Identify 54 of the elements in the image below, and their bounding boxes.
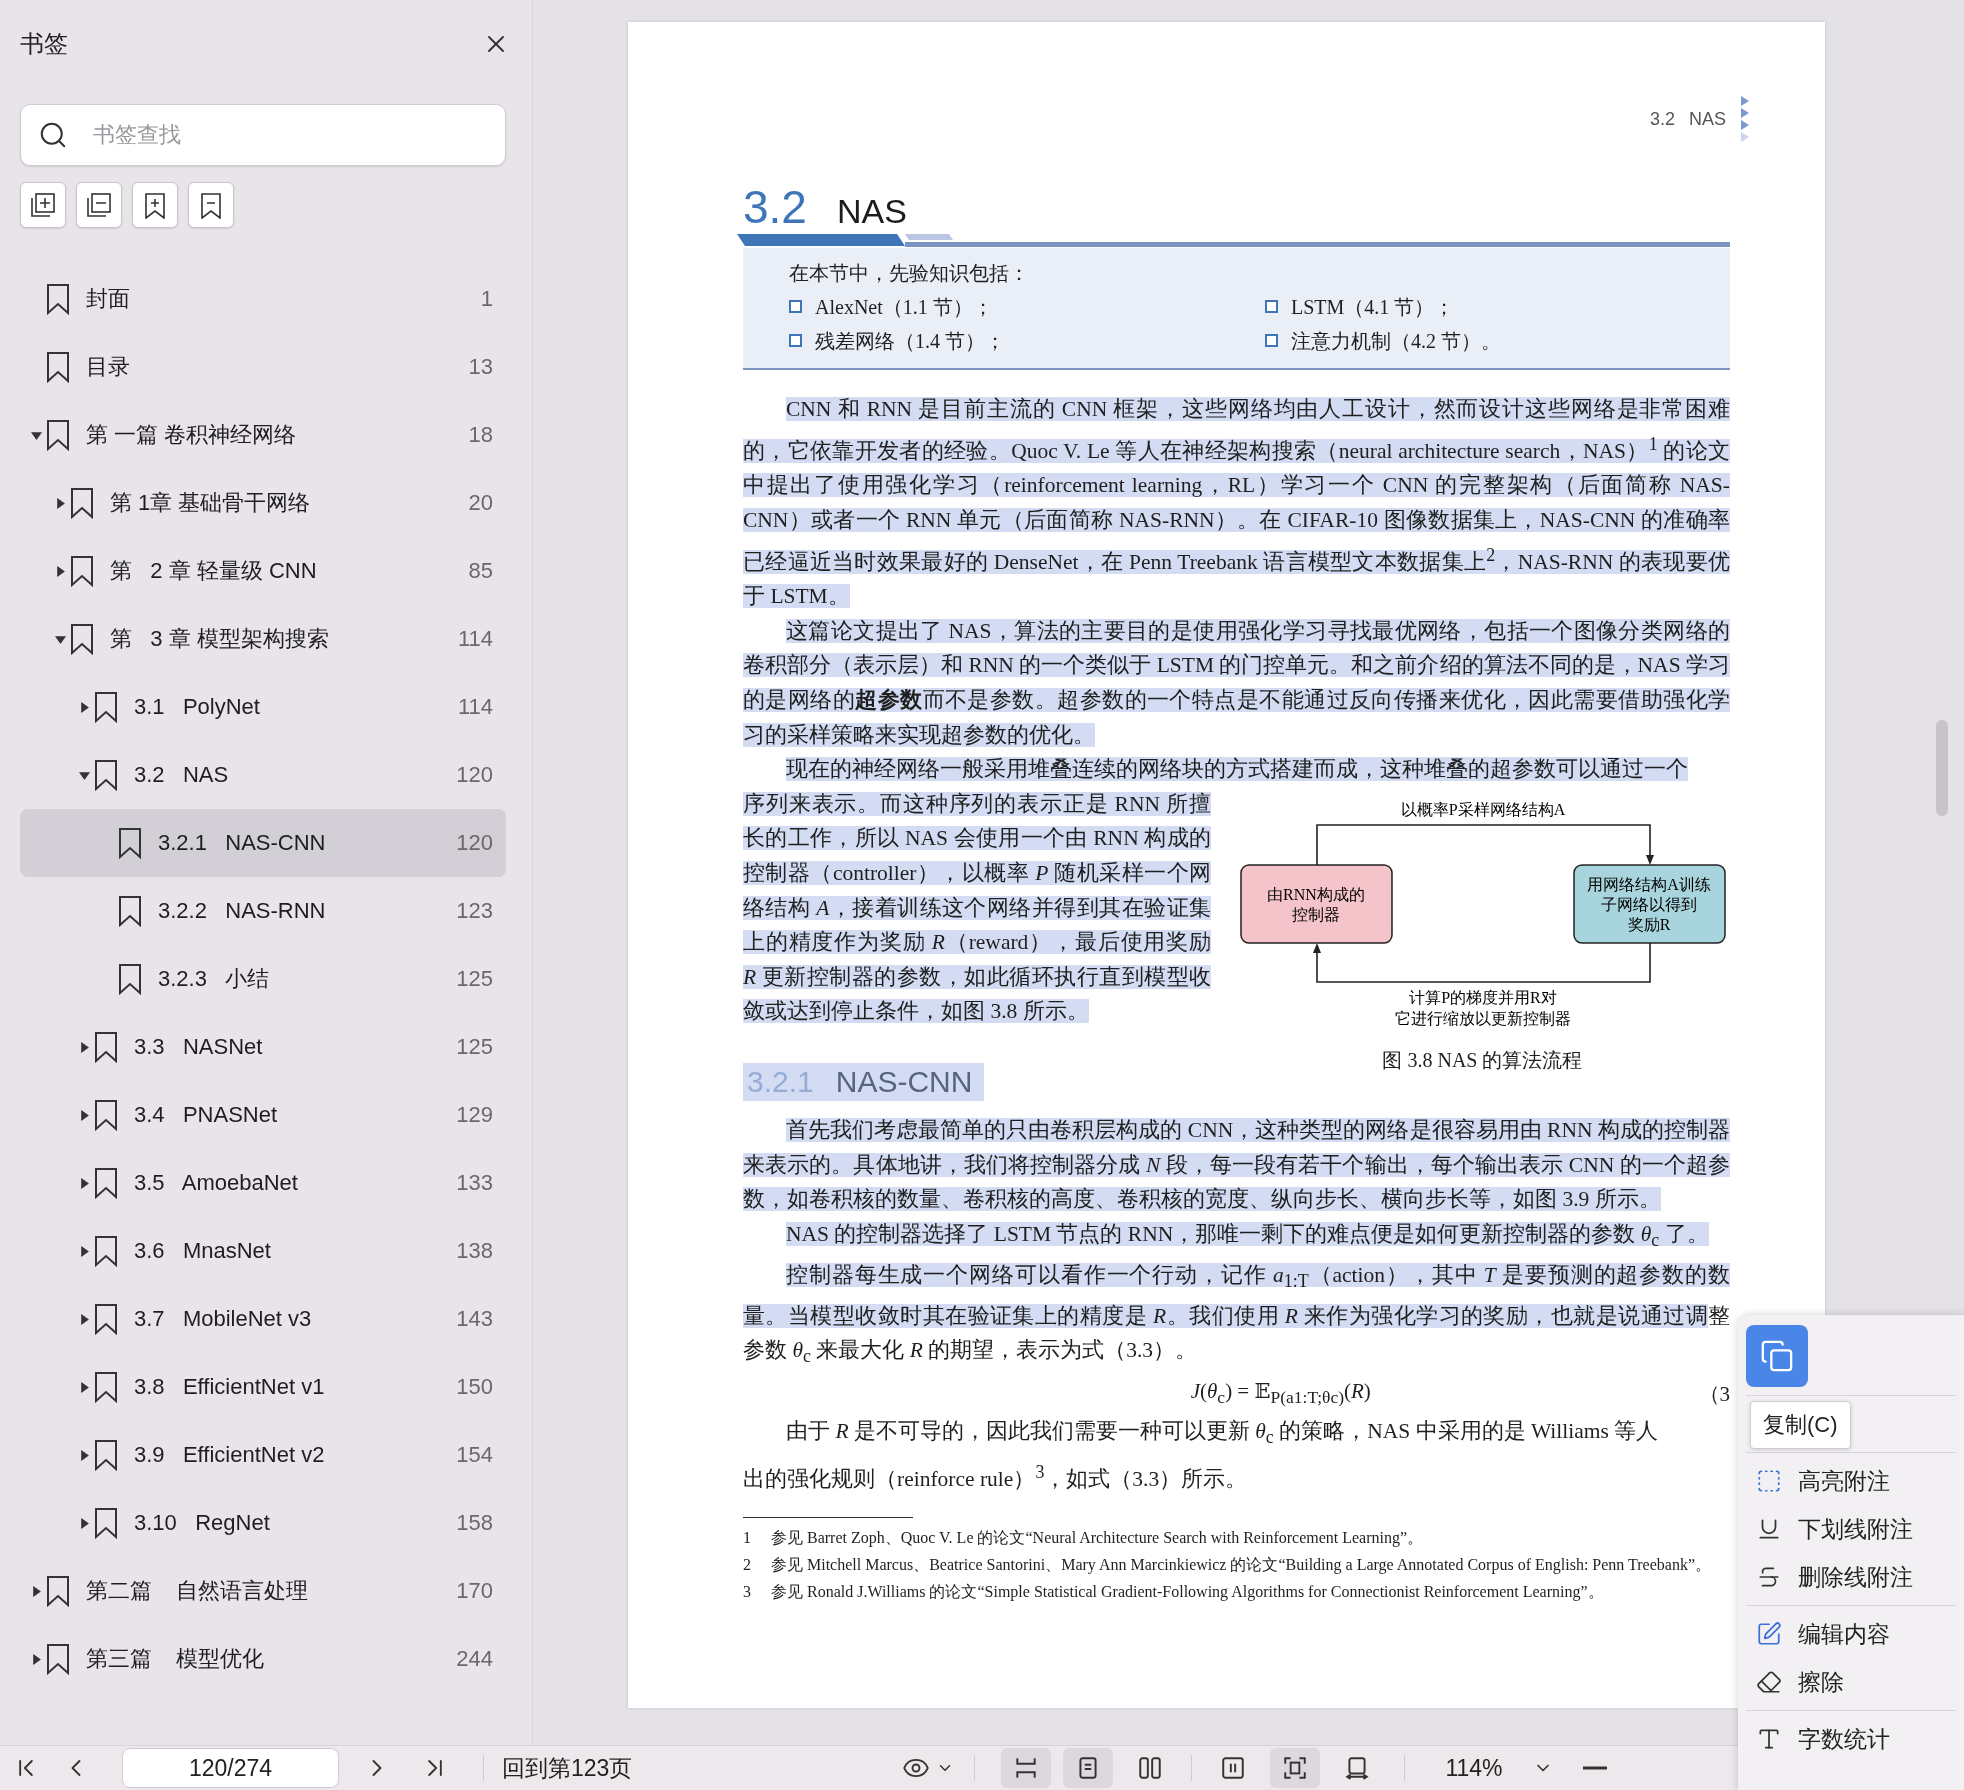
page-number: 125 [456,1034,493,1060]
footnote-number: 1 [743,1527,752,1548]
page-number: 114 [457,626,493,652]
page-number: 154 [456,1442,493,1468]
page-number: 120 [456,762,493,788]
page-number: 170 [456,1578,493,1604]
paragraph: 这篇论文提出了 NAS，算法的主要目的是使用强化学习寻找最优网络，包括一个图像分类网络的卷积部分（表示层）和 RNN 的一个类似于 LSTM 的门控单元。和之前介绍的算法不同的是，NAS 学习的是网络的超参数而不是参数。超参数的一个特点是不能通过反向传播来优化，因此需要借助强化学习的采样策略来实现超参数的优化。 [743,617,1730,749]
page-number: 133 [456,1170,493,1196]
page-number: 1 [480,286,493,312]
paragraph: 现在的神经网络一般采用堆叠连续的网络块的方式搭建而成，这种堆叠的超参数可以通过一个 [785,756,1689,784]
prerequisite-item: LSTM（4.1 节）； [1291,295,1455,320]
sidebar-title: 书签 [20,29,68,59]
footnote: 参见 Ronald J.Williams 的论文“Simple Statistical Gradient-Following Algorithms for Connectionist Reinforcement Learning”。 [771,1581,1605,1603]
paragraph: 由于 R 是不可导的，因此我们需要一种可以更新 θ$_{c}$ 的策略，NAS 中采用的是 Williams 等人 出的强化规则（reinforce rule）$^{3}$，如式（3.3）所示。 [743,1418,1660,1494]
page-number: 150 [456,1374,493,1400]
tooltip: 复制(C) [1750,1401,1851,1449]
page-number: 85 [468,558,493,584]
page-number: 244 [456,1646,493,1672]
page-number: 120 [456,830,493,856]
section-title: NAS [836,192,907,231]
edge-label: 以概率P采样网络结构A [1400,800,1565,818]
running-header: NAS [1689,108,1726,130]
prerequisite-item: AlexNet（1.1 节）； [815,295,993,320]
page-number: 143 [456,1306,493,1332]
page-number: 129 [456,1102,493,1128]
page-number: 18 [468,422,493,448]
page-number: 138 [456,1238,493,1264]
page-number: 125 [456,966,493,992]
section-number: 3.2 [743,180,807,234]
equation: J(θ$_{c}$) = 𝔼$_{P(a1:T;θc)}$(R) [1189,1379,1372,1409]
page-number: 158 [456,1510,493,1536]
paragraph: CNN 和 RNN 是目前主流的 CNN 框架，这些网络均由人工设计，然而设计这些网络是非常困难的，它依靠开发者的经验。Quoc V. Le 等人在神经架构搜索（neural architecture search，NAS）$^{1}$ 的论文中提出了使用强化学习（reinforcement learning，RL）学习一个 CNN 的完整架构（后面简称 NAS-CNN）或者一个 RNN 单元（后面简称 NAS-RNN）。在 CIFAR-10 图像数据集上，NAS-CNN 的准确率已经逼近当时效果最好的 DenseNet，在 Penn Treebank 语言模型文本数据集上$^{2}$，NAS-RNN 的表现要优于 LSTM。 [743,396,1730,611]
flow-node: 用网络结构A训练 子网络以得到 奖励R [1572,864,1726,944]
prerequisite-item: 注意力机制（4.2 节）。 [1291,329,1501,354]
footnote-number: 2 [743,1554,752,1575]
subsection-title: NAS-CNN [835,1065,973,1099]
footnote-number: 3 [743,1581,752,1602]
edge-label: 计算P的梯度并用R对 [1408,988,1557,1006]
page-number: 114 [457,694,493,720]
edge-label: 它进行缩放以更新控制器 [1394,1009,1571,1027]
prerequisite-intro: 在本节中，先验知识包括： [789,261,1030,286]
page-number: 20 [468,490,493,516]
flow-node: 由RNN构成的 控制器 [1239,864,1393,944]
figure-caption: 图 3.8 NAS 的算法流程 [1382,1047,1583,1073]
paragraph: 首先我们考虑最简单的只由卷积层构成的 CNN，这种类型的网络是很容易用由 RNN 构成的控制器来表示的。具体地讲，我们将控制器分成 N 段，每一段有若干个输出，每个输出表示 CNN 的一个超参数，如卷积核的数量、卷积核的高度、卷积核的宽度、纵向步长、横向步长等，如图 3.9 所示。 [743,1117,1730,1214]
running-header: 3.2 [1649,108,1675,130]
footnote: 参见 Barret Zoph、Quoc V. Le 的论文“Neural Architecture Search with Reinforcement Learning”。 [771,1527,1425,1549]
equation-number: （3 [1698,1381,1730,1409]
paragraph: 序列来表示。而这种序列的表示正是 RNN 所擅长的工作，所以 NAS 会使用一个由 RNN 构成的控制器（controller），以概率 P 随机采样一个网络结构 A，接着训练这个网络并得到其在验证集上的精度作为奖励 R（reward），最后使用奖励 R 更新控制器的参数，如此循环执行直到模型收敛或达到停止条件，如图 3.8 所示。 [743,790,1211,1026]
prerequisite-item: 残差网络（1.4 节）； [815,329,1005,354]
page-number: 13 [468,354,493,380]
footnote: 参见 Mitchell Marcus、Beatrice Santorini、Mary Ann Marcinkiewicz 的论文“Building a Large Annotated Corpus of English: Penn Treebank”。 [771,1554,1712,1576]
page-number: 123 [456,898,493,924]
subsection-number: 3.2.1 [747,1065,814,1099]
